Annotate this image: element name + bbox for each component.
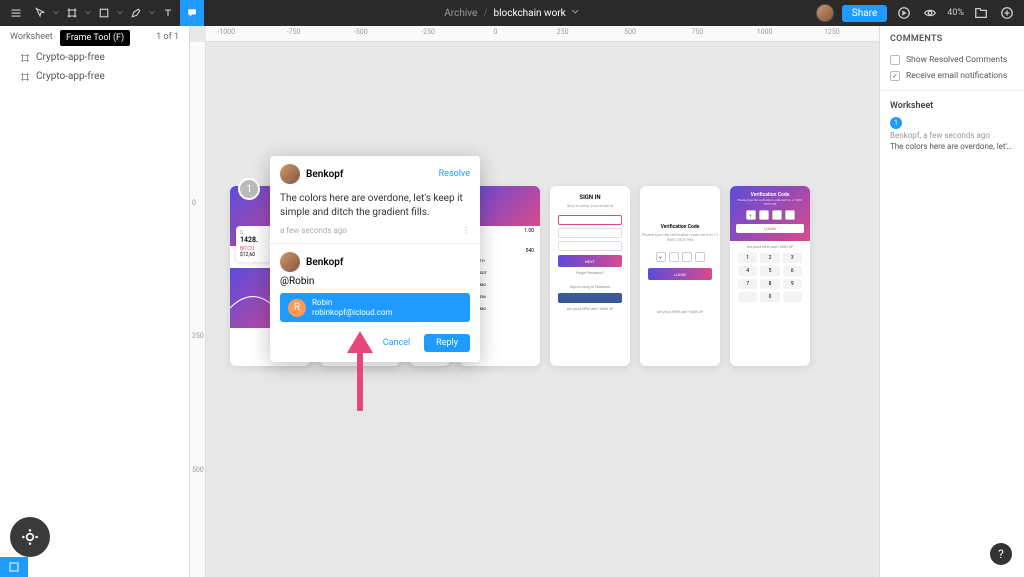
- comments-panel: COMMENTS Show Resolved Comments Receive …: [879, 26, 1024, 577]
- shape-tool-caret[interactable]: [116, 10, 124, 16]
- menu-button[interactable]: [4, 0, 28, 26]
- reply-button[interactable]: Reply: [424, 334, 470, 352]
- comment-body: The colors here are overdone, let's keep…: [270, 192, 480, 226]
- comment-popover: Benkopf Resolve The colors here are over…: [270, 156, 480, 362]
- email-notify-toggle[interactable]: Receive email notifications: [880, 68, 1024, 84]
- frame-tool[interactable]: [60, 0, 84, 26]
- layer-item[interactable]: Crypto-app-free: [0, 48, 189, 67]
- layers-header-label: Worksheet: [10, 32, 53, 42]
- artboard-verify-2[interactable]: Verification Code Please type the verifi…: [730, 186, 810, 366]
- ruler-vertical: 0250500: [190, 42, 206, 577]
- comments-section-header: Worksheet: [880, 97, 1024, 113]
- frame-icon: [20, 53, 30, 63]
- pen-tool-caret[interactable]: [148, 10, 156, 16]
- reply-input[interactable]: @Robin: [270, 276, 480, 291]
- thread-preview: The colors here are overdone, let's keep: [890, 142, 1014, 152]
- zoom-level[interactable]: 40%: [947, 8, 964, 18]
- mention-name: Robin: [312, 298, 393, 308]
- reply-author-name: Benkopf: [306, 257, 343, 268]
- canvas[interactable]: -1000-750-500-250025050075010001250 0250…: [190, 26, 879, 577]
- thread-number-badge: 1: [890, 117, 902, 129]
- text-tool[interactable]: [156, 0, 180, 26]
- resolve-button[interactable]: Resolve: [439, 169, 470, 179]
- comment-pin[interactable]: 1: [238, 178, 260, 200]
- share-button[interactable]: Share: [842, 5, 887, 22]
- comment-author-name: Benkopf: [306, 169, 433, 180]
- mention-avatar-initial: R: [288, 299, 306, 317]
- pen-tool[interactable]: [124, 0, 148, 26]
- comments-panel-title: COMMENTS: [880, 26, 1024, 52]
- page-indicator[interactable]: 1 of 1: [156, 32, 179, 42]
- comment-timestamp: a few seconds ago: [280, 226, 347, 235]
- layers-panel: Worksheet 1 of 1 Crypto-app-free Crypto-…: [0, 26, 190, 577]
- show-resolved-toggle[interactable]: Show Resolved Comments: [880, 52, 1024, 68]
- annotation-arrow: [345, 331, 375, 415]
- mention-suggestion[interactable]: R Robin robinkopf@icloud.com: [280, 293, 470, 322]
- cancel-button[interactable]: Cancel: [373, 334, 420, 352]
- ruler-horizontal: -1000-750-500-250025050075010001250: [206, 26, 879, 42]
- chevron-down-icon: [572, 8, 580, 19]
- layer-label: Crypto-app-free: [36, 71, 105, 82]
- breadcrumb-archive: Archive: [444, 8, 477, 19]
- bottom-corner-tool[interactable]: [0, 557, 28, 577]
- user-avatar[interactable]: [816, 4, 834, 22]
- move-tool-caret[interactable]: [52, 10, 60, 16]
- shape-tool[interactable]: [92, 0, 116, 26]
- frame-tool-caret[interactable]: [84, 10, 92, 16]
- layer-label: Crypto-app-free: [36, 52, 105, 63]
- document-title[interactable]: Archive / blockchain work: [444, 8, 579, 19]
- frame-tool-tooltip: Frame Tool (F): [60, 30, 130, 46]
- help-button[interactable]: ?: [990, 543, 1012, 565]
- top-toolbar: Frame Tool (F) Archive / blockchain work…: [0, 0, 1024, 26]
- doc-name: blockchain work: [493, 8, 565, 19]
- comment-tool[interactable]: [180, 0, 204, 26]
- reply-author-avatar: [280, 252, 300, 272]
- comment-more-icon[interactable]: ⋮: [462, 226, 470, 235]
- mention-email: robinkopf@icloud.com: [312, 308, 393, 318]
- library-button[interactable]: [972, 4, 990, 22]
- frame-icon: [20, 72, 30, 82]
- move-tool[interactable]: [28, 0, 52, 26]
- add-button[interactable]: [998, 4, 1016, 22]
- view-settings-button[interactable]: [921, 4, 939, 22]
- thread-meta: Benkopf, a few seconds ago: [890, 131, 1014, 140]
- layer-item[interactable]: Crypto-app-free: [0, 67, 189, 86]
- lens-button[interactable]: [10, 517, 50, 557]
- artboard-signin[interactable]: SIGN IN Sing in using your email id NEXT…: [550, 186, 630, 366]
- comment-author-avatar: [280, 164, 300, 184]
- comment-thread-item[interactable]: 1 Benkopf, a few seconds ago The colors …: [880, 113, 1024, 156]
- artboard-verify-1[interactable]: Verification Code Please type the verifi…: [640, 186, 720, 366]
- present-button[interactable]: [895, 4, 913, 22]
